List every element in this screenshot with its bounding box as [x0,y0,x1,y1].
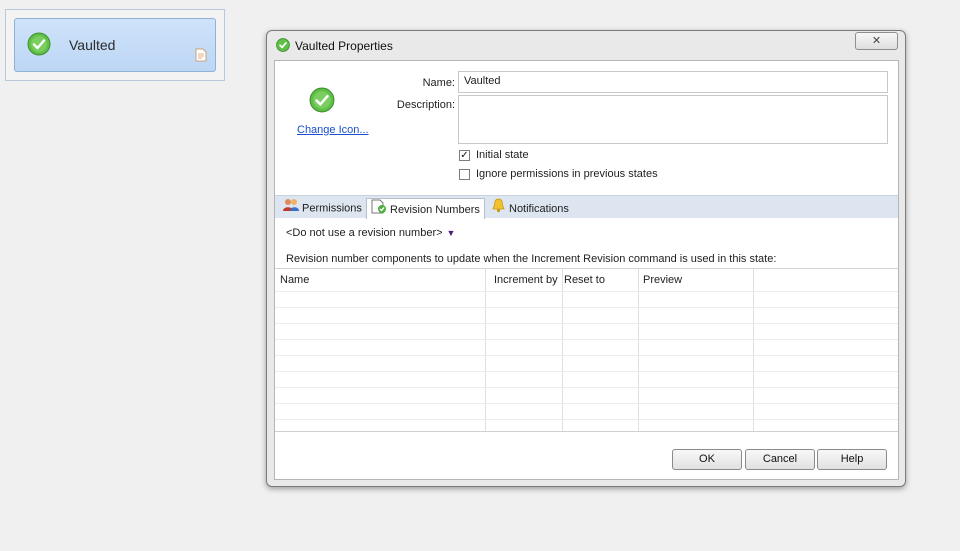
grid-row-divider [275,387,898,388]
properties-dialog: Vaulted Properties ✕ Change Icon... Name… [266,30,906,487]
state-icon [309,87,335,116]
initial-state-checkbox[interactable]: ✓ [459,150,470,161]
close-button[interactable]: ✕ [855,32,898,50]
document-icon [195,48,207,65]
users-icon [283,198,299,219]
grid-column-divider [485,269,486,431]
tab-revision-numbers[interactable]: Revision Numbers [366,198,485,219]
revision-scheme-value: <Do not use a revision number> [286,227,443,239]
help-button[interactable]: Help [817,449,887,470]
grid-row-divider [275,403,898,404]
ok-button[interactable]: OK [672,449,742,470]
ignore-permissions-label: Ignore permissions in previous states [476,168,658,180]
column-header-preview[interactable]: Preview [643,269,682,291]
close-icon: ✕ [871,35,882,47]
tab-notifications[interactable]: Notifications [487,198,573,219]
column-header-increment-by[interactable]: Increment by [494,269,558,291]
tab-label: Permissions [302,202,362,215]
grid-column-divider [753,269,754,431]
tab-label: Notifications [509,202,569,215]
description-field[interactable] [458,95,888,144]
grid-row-divider [275,291,898,292]
name-field[interactable]: Vaulted [458,71,888,93]
state-node-frame: Vaulted [5,9,225,81]
grid-column-divider [562,269,563,431]
tab-permissions[interactable]: Permissions [279,198,366,219]
column-header-reset-to[interactable]: Reset to [564,269,605,291]
change-icon-link[interactable]: Change Icon... [297,124,369,136]
revision-scheme-dropdown[interactable]: <Do not use a revision number> ▼ [286,227,455,239]
grid-row-divider [275,307,898,308]
column-header-name[interactable]: Name [280,269,309,291]
check-circle-icon [27,32,51,59]
grid-row-divider [275,355,898,356]
revision-components-grid[interactable]: Name Increment by Reset to Preview [275,268,898,432]
grid-row-divider [275,339,898,340]
name-label: Name: [422,77,455,89]
initial-state-label: Initial state [476,149,529,161]
state-node-vaulted[interactable]: Vaulted [14,18,216,72]
description-label: Description: [396,99,455,111]
dialog-title: Vaulted Properties [295,39,393,53]
grid-row-divider [275,371,898,372]
grid-column-divider [638,269,639,431]
cancel-button[interactable]: Cancel [745,449,815,470]
tab-label: Revision Numbers [390,203,480,216]
chevron-down-icon: ▼ [446,228,456,238]
tab-strip: Permissions Revision Numbers Notificatio… [275,195,898,219]
dialog-client-area: Change Icon... Name: Vaulted Description… [274,60,899,480]
ignore-permissions-checkbox[interactable] [459,169,470,180]
grid-row-divider [275,419,898,420]
state-node-label: Vaulted [69,37,116,53]
bell-icon [491,198,506,220]
revision-description: Revision number components to update whe… [286,253,777,265]
revision-document-icon [371,199,387,221]
dialog-titlebar[interactable]: Vaulted Properties ✕ [267,31,905,60]
grid-row-divider [275,323,898,324]
check-circle-icon [276,38,290,55]
